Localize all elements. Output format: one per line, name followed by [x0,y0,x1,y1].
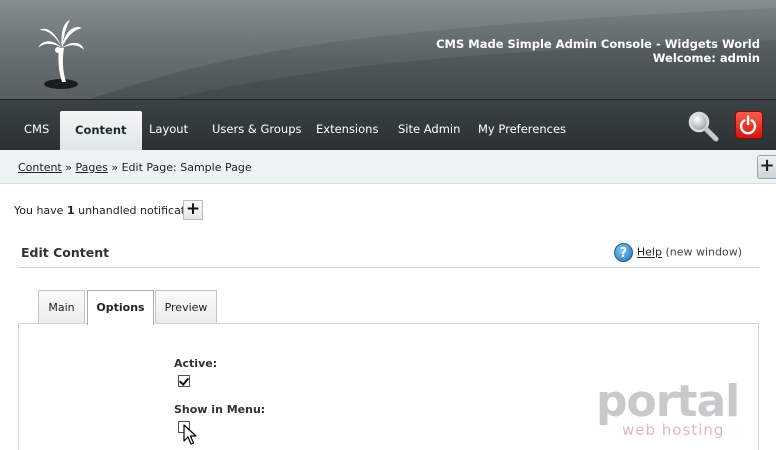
shortcut-expand-button[interactable]: + [757,155,776,179]
active-label: Active: [174,357,218,370]
breadcrumb-current: » Edit Page: Sample Page [111,161,252,174]
help-link[interactable]: Help [637,246,662,259]
nav-item-my-preferences[interactable]: My Preferences [464,100,580,151]
watermark-sub-text: web hosting [622,421,725,439]
nav-item-content[interactable]: Content [60,111,142,151]
tab-main[interactable]: Main [38,290,85,324]
notification-count: 1 [66,204,75,217]
breadcrumb-pages-link[interactable]: Pages [75,161,107,174]
notification-expand-button[interactable]: + [183,200,203,220]
heading-divider [18,267,759,268]
nav-item-layout[interactable]: Layout [135,100,202,151]
main-nav: CMS Content Layout Users & Groups Extens… [0,99,776,151]
header-site-title: CMS Made Simple Admin Console - Widgets … [436,37,760,51]
nav-item-cms[interactable]: CMS [10,100,63,151]
page-title: Edit Content [21,245,110,260]
logout-power-button[interactable] [735,111,763,139]
header-title-block: CMS Made Simple Admin Console - Widgets … [436,37,760,65]
breadcrumb-separator: » [65,161,72,174]
breadcrumb: Content » Pages » Edit Page: Sample Page [18,161,252,174]
help-icon[interactable]: ? [613,243,633,262]
watermark-main-text: portal [596,376,740,427]
tab-preview[interactable]: Preview [155,290,217,324]
portal-watermark-logo: portal web hosting [596,380,744,442]
nav-item-users-groups[interactable]: Users & Groups [198,100,315,151]
help-new-window-note: (new window) [665,245,742,259]
nav-item-site-admin[interactable]: Site Admin [384,100,474,151]
search-icon[interactable] [687,110,719,142]
help-block: ? Help (new window) [613,243,742,262]
active-checkbox[interactable] [178,375,190,387]
power-icon [739,115,757,135]
notification-text: You have 1 unhandled notification [14,204,202,217]
mouse-pointer-icon [183,424,197,445]
palm-tree-logo-icon [38,20,84,89]
header-welcome: Welcome: admin [652,51,760,65]
show-in-menu-label: Show in Menu: [174,403,266,416]
breadcrumb-bar: Content » Pages » Edit Page: Sample Page [0,150,776,184]
notification-prefix: You have [14,204,64,217]
breadcrumb-content-link[interactable]: Content [18,161,62,174]
tab-options[interactable]: Options [87,290,154,325]
nav-item-extensions[interactable]: Extensions [302,100,392,151]
header-banner: CMS Made Simple Admin Console - Widgets … [0,0,776,99]
